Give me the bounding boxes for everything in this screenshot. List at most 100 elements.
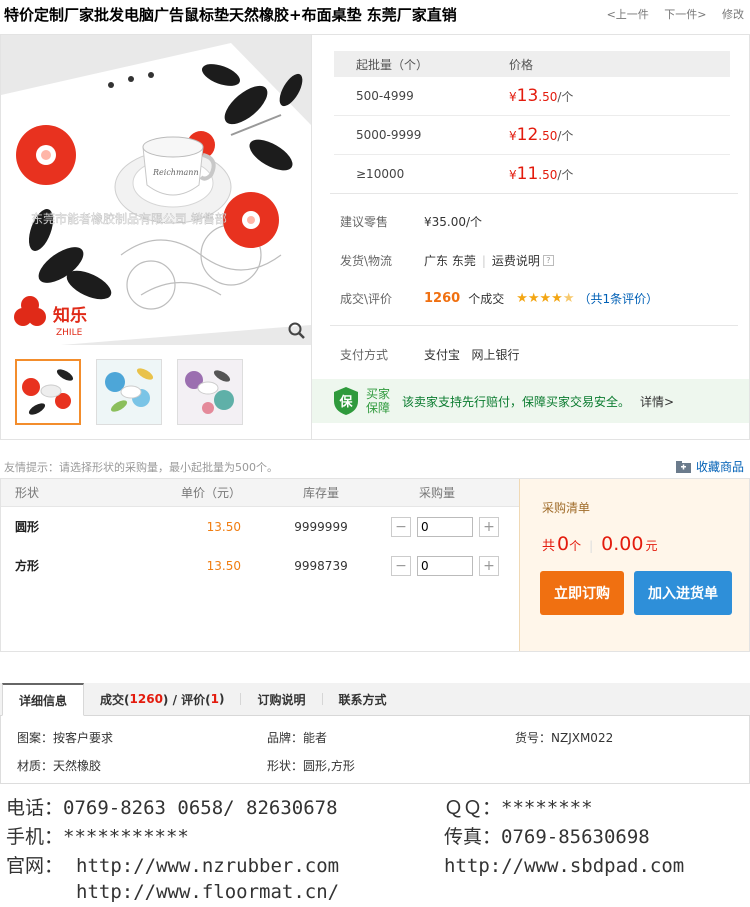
- tier-price: ¥12.50/个: [509, 125, 574, 145]
- quantity-input[interactable]: [417, 555, 473, 576]
- next-item-link[interactable]: 下一件>: [664, 8, 706, 21]
- increment-button[interactable]: +: [479, 516, 499, 537]
- prev-item-link[interactable]: <上一件: [607, 8, 649, 21]
- stock-value: 9999999: [294, 519, 348, 534]
- payment-methods: 支付宝 网上银行: [424, 348, 520, 362]
- price-column-header: 价格: [509, 57, 534, 72]
- increment-button[interactable]: +: [479, 555, 499, 576]
- tab-deals-count: 1260: [129, 692, 163, 706]
- guarantee-detail-link[interactable]: 详情>: [640, 393, 674, 410]
- shipping-note-link[interactable]: 运费说明: [492, 252, 540, 269]
- unit-price: 13.50: [206, 519, 241, 534]
- attr-material: 材质：天然橡胶: [17, 759, 102, 773]
- contact-site-label: 官网：: [6, 855, 64, 877]
- thumbnail-3[interactable]: [177, 359, 243, 425]
- product-info: 起批量（个） 价格 500-4999 ¥13.50/个 5000-9999 ¥1…: [311, 35, 749, 439]
- price-table-header: 起批量（个） 价格: [334, 51, 730, 77]
- quantity-input[interactable]: [417, 516, 473, 537]
- shape-column-header: 形状: [15, 486, 40, 500]
- tab-detail[interactable]: 详细信息: [2, 683, 85, 716]
- attributes-box: 图案：按客户要求 品牌：能者 货号：NZJXM022 材质：天然橡胶 形状：圆形…: [0, 716, 750, 784]
- cart-amount: 0.00: [601, 533, 644, 555]
- svg-text:保: 保: [338, 394, 353, 410]
- price-tier-row: 500-4999 ¥13.50/个: [334, 77, 730, 116]
- unit-price: 13.50: [206, 558, 241, 573]
- table-row: 圆形 13.50 9999999 − +: [1, 507, 519, 546]
- contact-info: 电话：0769-8263 0658/ 82630678 ＱＱ：******** …: [6, 794, 750, 904]
- cart-count-unit: 个: [569, 539, 582, 553]
- buyer-guarantee-bar: 保 买家 保障 该卖家支持先行赔付，保障买家交易安全。 详情>: [312, 379, 749, 423]
- guarantee-badge: 保 买家 保障: [332, 386, 390, 416]
- zoom-icon[interactable]: [287, 321, 307, 341]
- edit-link[interactable]: 修改: [722, 8, 744, 21]
- shipping-row: 发货\物流 广东 东莞 | 运费说明 ?: [340, 252, 554, 269]
- quantity-stepper: − +: [381, 555, 519, 576]
- purchase-table-header: 形状 单价（元） 库存量 采购量: [1, 479, 519, 507]
- star-icon: ★: [516, 291, 528, 306]
- table-row: 方形 13.50 9998739 − +: [1, 546, 519, 585]
- star-icon: ★: [527, 291, 540, 306]
- contact-site-2[interactable]: http://www.sbdpad.com: [444, 852, 684, 881]
- half-star-icon: ★: [562, 291, 575, 306]
- tier-price: ¥11.50/个: [509, 164, 574, 184]
- decrement-button[interactable]: −: [391, 516, 411, 537]
- price-tier-row: ≥10000 ¥11.50/个: [334, 155, 730, 194]
- folder-icon: [675, 460, 691, 473]
- retail-value: ¥35.00/个: [424, 215, 483, 229]
- tab-order-notes[interactable]: 订购说明: [241, 683, 321, 715]
- separator: |: [481, 253, 486, 268]
- svg-text:知乐: 知乐: [52, 305, 87, 326]
- deals-count: 1260: [424, 291, 461, 306]
- deals-label: 成交\评价: [340, 292, 393, 306]
- deals-row: 成交\评价 1260 个成交 ★★★★★ （共1条评价）: [340, 290, 658, 307]
- contact-site-1[interactable]: http://www.nzrubber.com: [76, 852, 339, 881]
- cart-amount-unit: 元: [645, 539, 658, 553]
- divider: [330, 325, 738, 326]
- separator: |: [589, 539, 594, 553]
- stock-column-header: 库存量: [302, 486, 339, 500]
- mousepad-photo: Reichmann 东莞市能者橡胶制品有限公司 销售部 知乐 ZHILE: [1, 35, 311, 345]
- add-to-cart-button[interactable]: 加入进货单: [634, 571, 732, 615]
- tab-deals[interactable]: 成交(1260) / 评价(1): [84, 683, 240, 715]
- review-count-link[interactable]: （共1条评价）: [578, 290, 658, 307]
- attr-pattern: 图案：按客户要求: [17, 731, 114, 745]
- main-product-image[interactable]: Reichmann 东莞市能者橡胶制品有限公司 销售部 知乐 ZHILE: [1, 35, 311, 345]
- product-title: 特价定制厂家批发电脑广告鼠标垫天然橡胶+布面桌垫 东莞厂家直销: [4, 6, 457, 24]
- shape-name: 方形: [15, 559, 40, 573]
- contact-mobile: 手机：***********: [6, 826, 189, 848]
- tab-contact[interactable]: 联系方式: [323, 683, 403, 715]
- help-icon[interactable]: ?: [542, 255, 554, 266]
- contact-site-3[interactable]: http://www.floormat.cn/: [76, 878, 339, 907]
- retail-label: 建议零售: [340, 215, 389, 229]
- svg-text:ZHILE: ZHILE: [56, 328, 83, 338]
- purchase-box: 形状 单价（元） 库存量 采购量 圆形 13.50 9999999 − + 方形…: [0, 478, 750, 652]
- tier-price: ¥13.50/个: [509, 86, 574, 106]
- attr-brand: 品牌：能者: [267, 731, 328, 745]
- qty-column-header: 起批量（个）: [356, 57, 429, 72]
- thumbnail-1[interactable]: [15, 359, 81, 425]
- guarantee-text: 该卖家支持先行赔付，保障买家交易安全。: [402, 394, 631, 409]
- tier-qty: ≥10000: [356, 167, 405, 181]
- guarantee-line-1: 买家: [366, 387, 391, 401]
- payment-label: 支付方式: [340, 348, 389, 362]
- star-icon: ★: [551, 291, 563, 306]
- decrement-button[interactable]: −: [391, 555, 411, 576]
- thumbnail-2[interactable]: [96, 359, 162, 425]
- divider: [330, 193, 738, 194]
- purchase-cart: 采购清单 共 0 个 | 0.00 元 立即订购 加入进货单: [519, 479, 749, 651]
- cart-count: 0: [557, 533, 570, 555]
- contact-fax: 传真：0769-85630698: [444, 826, 650, 848]
- deals-suffix: 个成交: [468, 292, 505, 306]
- rating-stars: ★★★★★: [516, 291, 574, 306]
- guarantee-line-2: 保障: [366, 401, 391, 415]
- price-table: 起批量（个） 价格 500-4999 ¥13.50/个 5000-9999 ¥1…: [334, 51, 730, 194]
- total-prefix: 共: [542, 539, 556, 554]
- order-now-button[interactable]: 立即订购: [540, 571, 624, 615]
- qty-column-header: 采购量: [419, 486, 456, 500]
- cart-title: 采购清单: [542, 501, 591, 515]
- tier-qty: 500-4999: [356, 89, 414, 103]
- attr-shape: 形状：圆形,方形: [267, 759, 355, 773]
- tips-text: 友情提示：请选择形状的采购量，最小起批量为500个。: [4, 461, 278, 474]
- favorite-button[interactable]: 收藏商品: [675, 458, 744, 475]
- contact-phone: 电话：0769-8263 0658/ 82630678: [6, 797, 338, 819]
